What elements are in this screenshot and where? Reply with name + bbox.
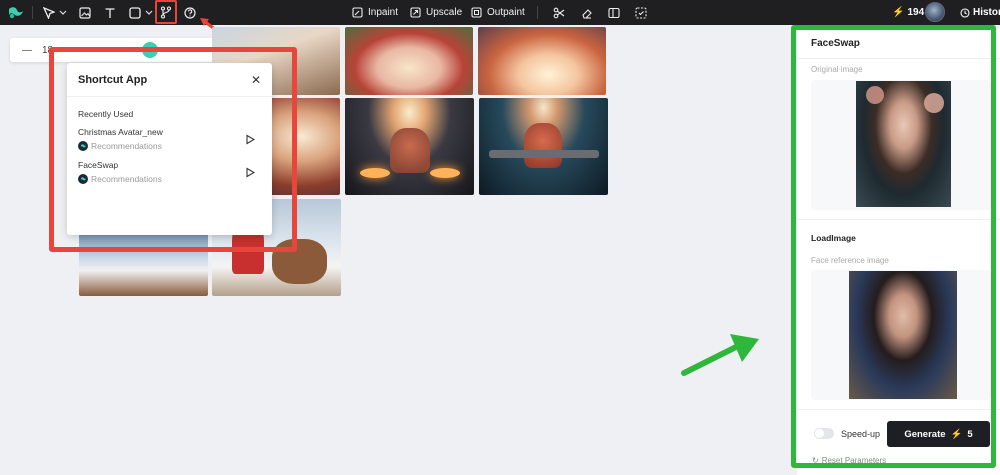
toolbar-separator xyxy=(32,6,33,19)
crop-select-icon[interactable] xyxy=(634,4,648,21)
shortcut-item-name: FaceSwap xyxy=(78,160,119,170)
outpaint-icon xyxy=(471,7,482,18)
faceswap-panel: FaceSwap Original image LoadImage Face r… xyxy=(797,28,1000,475)
faceswap-panel-title: FaceSwap xyxy=(811,38,860,49)
shape-tool-icon[interactable] xyxy=(128,4,142,21)
chevron-down-icon[interactable] xyxy=(58,4,68,21)
scissors-icon[interactable] xyxy=(552,4,566,21)
divider xyxy=(797,58,1000,59)
generate-label: Generate xyxy=(904,428,946,440)
app-logo-icon[interactable] xyxy=(6,4,26,21)
shortcut-item-christmas-avatar[interactable]: Christmas Avatar_new Recommendations xyxy=(78,127,263,155)
speedup-toggle[interactable] xyxy=(814,428,834,439)
credits-value: 194 xyxy=(907,7,925,18)
help-icon[interactable] xyxy=(183,4,197,21)
chevron-down-icon[interactable] xyxy=(144,4,154,21)
canvas-image[interactable] xyxy=(345,27,473,95)
shortcut-item-sub: Recommendations xyxy=(78,141,263,151)
recently-used-heading: Recently Used xyxy=(78,109,134,119)
reset-parameters-button[interactable]: ↻ Reset Parameters xyxy=(812,456,886,465)
shortcut-item-faceswap[interactable]: FaceSwap Recommendations xyxy=(78,160,263,188)
outpaint-label: Outpaint xyxy=(487,7,525,18)
canvas-image[interactable] xyxy=(478,27,606,95)
reset-icon: ↻ xyxy=(812,456,819,465)
shortcut-item-category: Recommendations xyxy=(91,141,162,151)
green-arrow-annotation xyxy=(681,334,759,376)
zoom-out-icon[interactable]: — xyxy=(22,45,32,56)
user-avatar[interactable] xyxy=(925,2,945,22)
shortcut-item-name: Christmas Avatar_new xyxy=(78,127,163,137)
divider xyxy=(797,409,1000,410)
generate-cost: 5 xyxy=(967,428,973,440)
split-view-icon[interactable] xyxy=(607,4,621,21)
history-button[interactable]: History xyxy=(960,4,1000,21)
shortcut-item-sub: Recommendations xyxy=(78,174,263,184)
inpaint-label: Inpaint xyxy=(368,7,399,18)
face-reference-label: Face reference image xyxy=(811,256,889,265)
play-icon[interactable] xyxy=(245,167,255,178)
shortcut-app-panel: Shortcut App ✕ Recently Used Christmas A… xyxy=(67,63,272,235)
clock-icon xyxy=(960,7,970,18)
face-reference-preview xyxy=(849,271,957,399)
branch-highlight-box xyxy=(155,0,177,24)
face-reference-dropzone[interactable] xyxy=(811,270,991,400)
original-image-preview xyxy=(856,81,951,207)
canvas-image[interactable] xyxy=(79,232,208,296)
upscale-icon xyxy=(410,7,421,18)
loadimage-heading: LoadImage xyxy=(811,233,856,243)
zoom-value: 18 xyxy=(42,44,54,56)
toolbar-separator xyxy=(537,6,538,19)
app-logo-icon xyxy=(78,174,88,184)
status-dot xyxy=(142,42,158,58)
outpaint-button[interactable]: Outpaint xyxy=(471,4,525,21)
image-tool-icon[interactable] xyxy=(78,4,92,21)
history-label: History xyxy=(973,7,1000,18)
inpaint-button[interactable]: Inpaint xyxy=(352,4,398,21)
upscale-button[interactable]: Upscale xyxy=(410,4,462,21)
zoom-control[interactable]: — 18 xyxy=(10,38,234,62)
generate-button[interactable]: Generate ⚡ 5 xyxy=(887,421,990,447)
lightning-icon: ⚡ xyxy=(892,7,905,18)
upscale-label: Upscale xyxy=(426,7,463,18)
original-image-dropzone[interactable] xyxy=(811,80,991,210)
eraser-icon[interactable] xyxy=(580,4,594,21)
top-toolbar: Inpaint Upscale Outpaint ⚡ 194 History xyxy=(0,0,1000,25)
shortcut-item-category: Recommendations xyxy=(91,174,162,184)
shortcut-panel-header: Shortcut App ✕ xyxy=(67,63,272,97)
app-logo-icon xyxy=(78,141,88,151)
original-image-label: Original image xyxy=(811,65,863,74)
select-tool-icon[interactable] xyxy=(42,4,56,21)
lightning-icon: ⚡ xyxy=(950,428,963,440)
play-icon[interactable] xyxy=(245,134,255,145)
reset-label: Reset Parameters xyxy=(821,456,887,465)
inpaint-icon xyxy=(352,7,363,18)
divider xyxy=(797,219,1000,220)
text-tool-icon[interactable] xyxy=(103,4,117,21)
canvas-image[interactable] xyxy=(479,98,608,195)
credits-counter[interactable]: ⚡ 194 xyxy=(892,4,924,21)
canvas-image[interactable] xyxy=(345,98,474,195)
shortcut-panel-title: Shortcut App xyxy=(78,73,148,86)
close-icon[interactable]: ✕ xyxy=(251,73,261,87)
speedup-label: Speed-up xyxy=(841,429,881,439)
